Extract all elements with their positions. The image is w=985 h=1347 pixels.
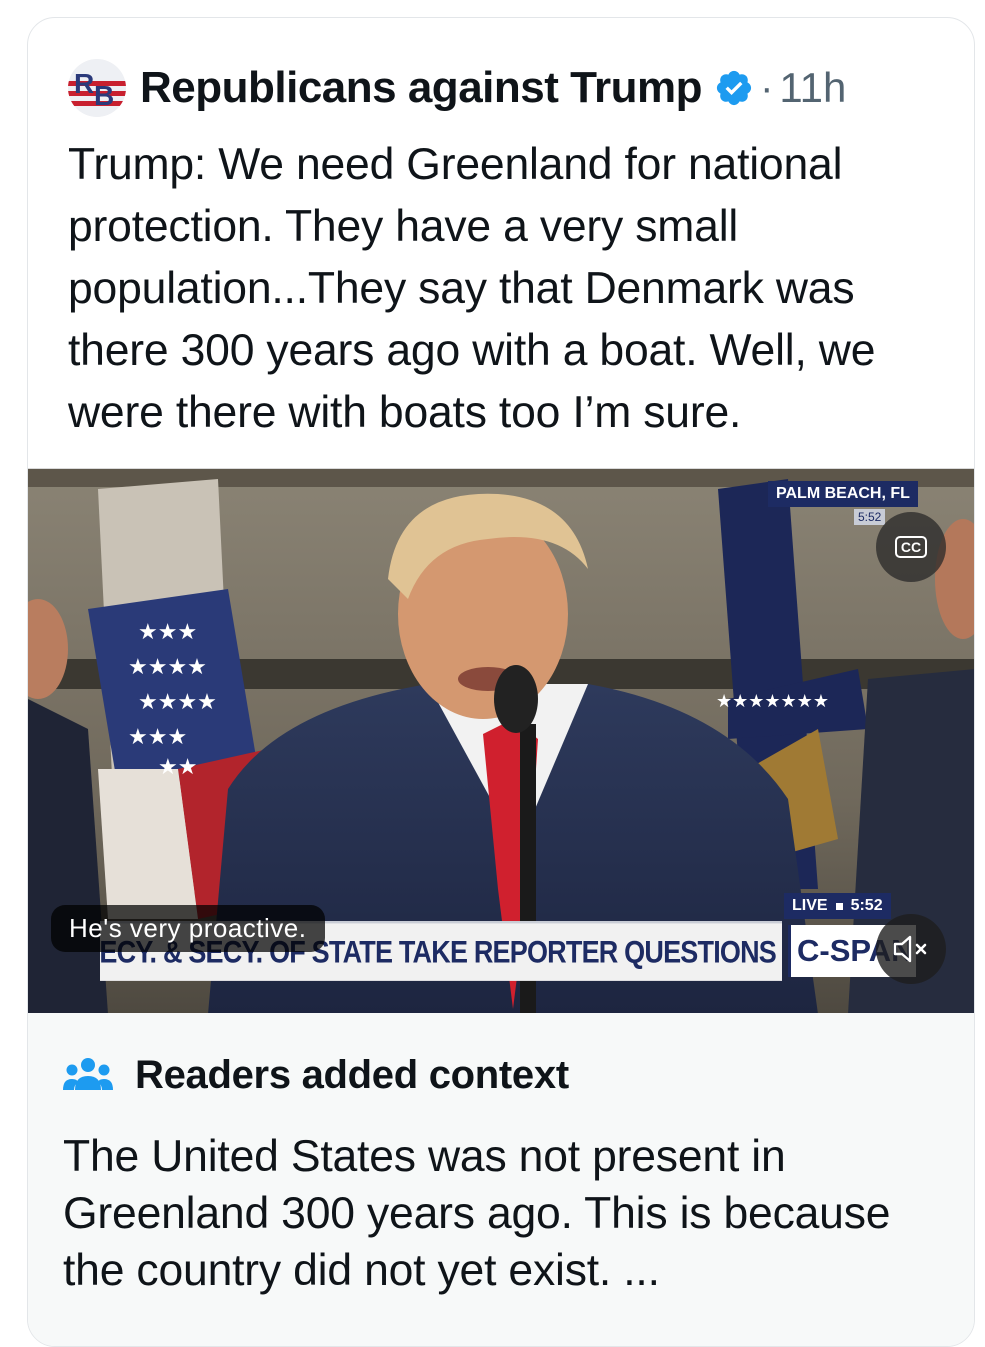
community-note-title: Readers added context: [135, 1053, 569, 1097]
closed-captions-icon: CC: [894, 536, 928, 558]
svg-text:B: B: [94, 80, 114, 111]
people-icon: [63, 1057, 113, 1090]
location-tag: PALM BEACH, FL: [768, 481, 918, 507]
author-name[interactable]: Republicans against Trump: [140, 63, 703, 113]
live-label: LIVE: [792, 897, 828, 914]
speaker-muted-icon: [893, 935, 927, 963]
closed-captions-button[interactable]: CC: [876, 512, 946, 582]
avatar-logo-icon: R B: [68, 59, 126, 117]
header-separator: ·: [760, 65, 774, 110]
svg-text:★★★★: ★★★★: [138, 690, 217, 715]
svg-text:★★★★: ★★★★: [128, 655, 207, 680]
video-player[interactable]: ★★★ ★★★★ ★★★★ ★★★ ★★ ★★★★★★★ PALM BEACH,…: [28, 468, 974, 1014]
community-note-text: The United States was not present in Gre…: [63, 1132, 891, 1295]
svg-text:★★★: ★★★: [138, 620, 197, 645]
community-note-header: Readers added context: [63, 1053, 569, 1098]
author-avatar[interactable]: R B: [68, 59, 126, 117]
svg-text:R: R: [74, 68, 94, 99]
svg-text:★★★: ★★★: [128, 725, 187, 750]
post-timestamp[interactable]: 11h: [779, 64, 846, 112]
video-caption: He's very proactive.: [51, 905, 325, 952]
post-text: Trump: We need Greenland for national pr…: [68, 140, 876, 437]
post-header: R B Republicans against Trump · 11h: [68, 58, 846, 118]
mute-button[interactable]: [876, 914, 946, 984]
live-dot-icon: [835, 902, 843, 910]
svg-text:★★★★★★★: ★★★★★★★: [716, 691, 829, 712]
verified-badge-icon: [716, 70, 752, 106]
live-indicator: LIVE 5:52: [784, 893, 891, 919]
post-card[interactable]: R B Republicans against Trump · 11h Trum…: [27, 17, 975, 1347]
location-time: 5:52: [854, 509, 886, 525]
community-note[interactable]: Readers added context The United States …: [28, 1013, 974, 1346]
live-time: 5:52: [850, 897, 883, 914]
svg-text:★★: ★★: [158, 755, 197, 780]
